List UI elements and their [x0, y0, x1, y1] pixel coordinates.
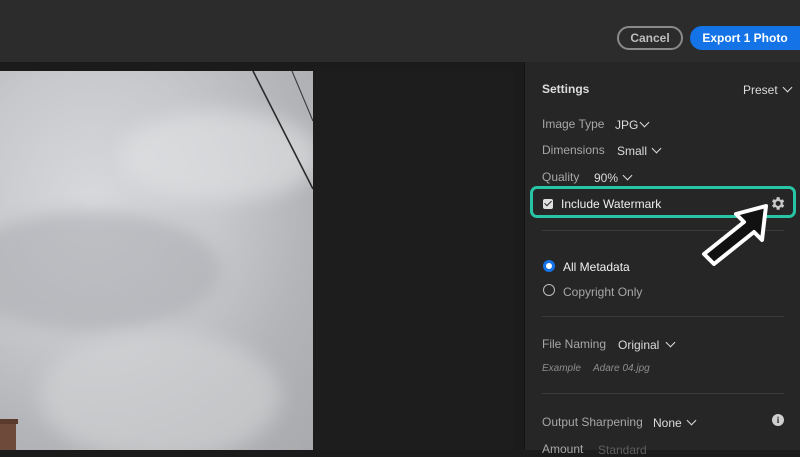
preset-dropdown[interactable]: Preset	[743, 83, 778, 97]
amount-dropdown[interactable]: Standard	[598, 443, 647, 457]
settings-title: Settings	[542, 82, 590, 96]
power-lines	[252, 71, 313, 190]
copyright-only-label: Copyright Only	[563, 285, 643, 299]
include-watermark-label: Include Watermark	[561, 197, 662, 211]
output-sharpening-label: Output Sharpening	[542, 415, 643, 429]
export-button[interactable]: Export 1 Photo	[690, 26, 800, 50]
divider	[542, 393, 784, 394]
dimensions-chevron-down-icon	[651, 143, 662, 154]
quality-chevron-down-icon	[622, 170, 633, 181]
divider	[542, 316, 784, 317]
copyright-only-radio[interactable]	[543, 284, 555, 296]
preset-chevron-down-icon	[782, 82, 793, 93]
canvas-background	[313, 71, 513, 450]
file-naming-chevron-down-icon	[665, 337, 676, 348]
image-type-dropdown[interactable]: JPG	[615, 118, 638, 132]
include-watermark-checkbox[interactable]	[543, 199, 553, 209]
output-sharpening-chevron-down-icon	[686, 415, 697, 426]
example-label: Example	[542, 363, 581, 374]
all-metadata-label: All Metadata	[563, 260, 630, 274]
image-type-label: Image Type	[542, 117, 605, 131]
output-sharpening-dropdown[interactable]: None	[653, 416, 682, 430]
file-naming-label: File Naming	[542, 337, 607, 351]
quality-label: Quality	[542, 170, 580, 184]
quality-dropdown[interactable]: 90%	[594, 171, 618, 185]
info-icon[interactable]: i	[772, 414, 784, 426]
example-filename: Adare 04.jpg	[593, 363, 650, 374]
image-type-chevron-down-icon	[639, 117, 650, 128]
cancel-button[interactable]: Cancel	[617, 26, 683, 50]
arrow-cursor-icon	[702, 204, 768, 266]
dimensions-label: Dimensions	[542, 143, 605, 157]
amount-label: Amount	[542, 442, 584, 456]
file-naming-dropdown[interactable]: Original	[618, 338, 659, 352]
all-metadata-radio[interactable]	[543, 260, 555, 272]
photo-preview	[0, 71, 313, 450]
chimney	[0, 419, 18, 450]
dimensions-dropdown[interactable]: Small	[617, 144, 647, 158]
top-bar: Cancel Export 1 Photo	[0, 0, 800, 63]
